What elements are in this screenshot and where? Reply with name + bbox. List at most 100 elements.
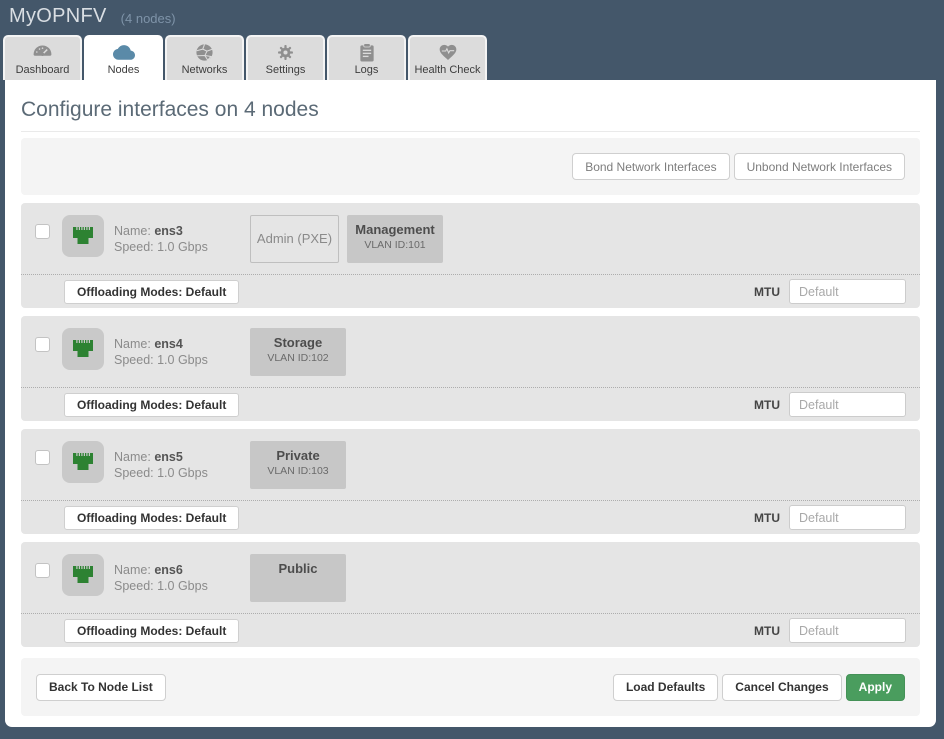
interface-row: Name: ens5 Speed: 1.0 Gbps Private VLAN … bbox=[21, 429, 920, 500]
globe-icon bbox=[195, 41, 214, 63]
speed-label: Speed: bbox=[114, 579, 154, 593]
node-count-badge: (4 nodes) bbox=[121, 11, 176, 26]
mtu-group: MTU bbox=[754, 505, 906, 530]
offloading-modes-button[interactable]: Offloading Modes: Default bbox=[64, 280, 239, 304]
content-area: Configure interfaces on 4 nodes Bond Net… bbox=[5, 80, 936, 727]
network-vlan: VLAN ID:103 bbox=[250, 465, 346, 477]
interface-row: Name: ens6 Speed: 1.0 Gbps Public bbox=[21, 542, 920, 613]
network-name: Management bbox=[347, 222, 443, 237]
mtu-group: MTU bbox=[754, 618, 906, 643]
offloading-modes-button[interactable]: Offloading Modes: Default bbox=[64, 619, 239, 643]
network-vlan: VLAN ID:101 bbox=[347, 239, 443, 251]
tab-networks[interactable]: Networks bbox=[165, 35, 244, 80]
interface-panel-ens3: Name: ens3 Speed: 1.0 Gbps Admin (PXE) M… bbox=[21, 203, 920, 308]
name-label: Name: bbox=[114, 450, 151, 464]
interface-speed: 1.0 Gbps bbox=[157, 579, 208, 593]
interface-panel-ens4: Name: ens4 Speed: 1.0 Gbps Storage VLAN … bbox=[21, 316, 920, 421]
gauge-icon bbox=[32, 41, 53, 63]
action-footer: Back To Node List Load Defaults Cancel C… bbox=[21, 658, 920, 716]
interface-speed: 1.0 Gbps bbox=[157, 240, 208, 254]
interface-name: ens5 bbox=[154, 450, 183, 464]
top-header-bar: MyOPNFV (4 nodes) bbox=[0, 0, 944, 33]
tab-health-check-label: Health Check bbox=[414, 64, 480, 76]
name-label: Name: bbox=[114, 224, 151, 238]
interface-checkbox-ens6[interactable] bbox=[35, 563, 50, 578]
name-label: Name: bbox=[114, 563, 151, 577]
bond-toolbar: Bond Network Interfaces Unbond Network I… bbox=[21, 138, 920, 195]
assigned-networks: Private VLAN ID:103 bbox=[250, 441, 354, 489]
mtu-input[interactable] bbox=[789, 392, 906, 417]
mtu-input[interactable] bbox=[789, 279, 906, 304]
gear-icon bbox=[276, 41, 295, 63]
interface-speed: 1.0 Gbps bbox=[157, 466, 208, 480]
interface-settings-row: Offloading Modes: Default MTU bbox=[21, 387, 920, 421]
interface-row: Name: ens3 Speed: 1.0 Gbps Admin (PXE) M… bbox=[21, 203, 920, 274]
load-defaults-button[interactable]: Load Defaults bbox=[613, 674, 718, 701]
tab-logs[interactable]: Logs bbox=[327, 35, 406, 80]
interface-meta: Name: ens3 Speed: 1.0 Gbps bbox=[114, 223, 250, 255]
offloading-modes-button[interactable]: Offloading Modes: Default bbox=[64, 393, 239, 417]
mtu-input[interactable] bbox=[789, 618, 906, 643]
interface-name: ens3 bbox=[154, 224, 183, 238]
interface-settings-row: Offloading Modes: Default MTU bbox=[21, 613, 920, 647]
interface-name: ens4 bbox=[154, 337, 183, 351]
ethernet-port-icon bbox=[62, 554, 104, 596]
tab-health-check[interactable]: Health Check bbox=[408, 35, 487, 80]
ethernet-port-icon bbox=[62, 441, 104, 483]
interface-checkbox-ens5[interactable] bbox=[35, 450, 50, 465]
network-name: Public bbox=[250, 561, 346, 576]
network-name: Private bbox=[250, 448, 346, 463]
mtu-group: MTU bbox=[754, 392, 906, 417]
apply-button[interactable]: Apply bbox=[846, 674, 905, 701]
mtu-input[interactable] bbox=[789, 505, 906, 530]
assigned-networks: Storage VLAN ID:102 bbox=[250, 328, 354, 376]
assigned-networks: Admin (PXE) Management VLAN ID:101 bbox=[250, 215, 451, 263]
tab-networks-label: Networks bbox=[182, 64, 228, 76]
network-box-public[interactable]: Public bbox=[250, 554, 346, 602]
interface-meta: Name: ens5 Speed: 1.0 Gbps bbox=[114, 449, 250, 481]
network-name: Storage bbox=[250, 335, 346, 350]
tab-logs-label: Logs bbox=[355, 64, 379, 76]
clipboard-icon bbox=[359, 41, 375, 63]
interface-meta: Name: ens6 Speed: 1.0 Gbps bbox=[114, 562, 250, 594]
mtu-label: MTU bbox=[754, 624, 780, 638]
assigned-networks: Public bbox=[250, 554, 354, 602]
interface-settings-row: Offloading Modes: Default MTU bbox=[21, 274, 920, 308]
back-to-node-list-button[interactable]: Back To Node List bbox=[36, 674, 166, 701]
speed-label: Speed: bbox=[114, 466, 154, 480]
heart-pulse-icon bbox=[438, 41, 458, 63]
network-box-private[interactable]: Private VLAN ID:103 bbox=[250, 441, 346, 489]
network-box-management[interactable]: Management VLAN ID:101 bbox=[347, 215, 443, 263]
network-vlan: VLAN ID:102 bbox=[250, 352, 346, 364]
cloud-icon bbox=[113, 41, 135, 63]
tab-dashboard-label: Dashboard bbox=[16, 64, 70, 76]
tab-settings-label: Settings bbox=[266, 64, 306, 76]
unbond-interfaces-button[interactable]: Unbond Network Interfaces bbox=[734, 153, 905, 180]
network-box-admin-pxe[interactable]: Admin (PXE) bbox=[250, 215, 339, 263]
interface-row: Name: ens4 Speed: 1.0 Gbps Storage VLAN … bbox=[21, 316, 920, 387]
interface-checkbox-ens3[interactable] bbox=[35, 224, 50, 239]
cancel-changes-button[interactable]: Cancel Changes bbox=[722, 674, 841, 701]
app-title: MyOPNFV bbox=[9, 5, 107, 28]
mtu-label: MTU bbox=[754, 285, 780, 299]
mtu-label: MTU bbox=[754, 398, 780, 412]
interface-panel-ens5: Name: ens5 Speed: 1.0 Gbps Private VLAN … bbox=[21, 429, 920, 534]
mtu-group: MTU bbox=[754, 279, 906, 304]
interface-checkbox-ens4[interactable] bbox=[35, 337, 50, 352]
offloading-modes-button[interactable]: Offloading Modes: Default bbox=[64, 506, 239, 530]
tab-settings[interactable]: Settings bbox=[246, 35, 325, 80]
interface-name: ens6 bbox=[154, 563, 183, 577]
speed-label: Speed: bbox=[114, 240, 154, 254]
tab-dashboard[interactable]: Dashboard bbox=[3, 35, 82, 80]
interface-speed: 1.0 Gbps bbox=[157, 353, 208, 367]
ethernet-port-icon bbox=[62, 215, 104, 257]
main-tab-bar: Dashboard Nodes Networks bbox=[0, 33, 944, 80]
interface-panel-ens6: Name: ens6 Speed: 1.0 Gbps Public Offloa… bbox=[21, 542, 920, 647]
mtu-label: MTU bbox=[754, 511, 780, 525]
tab-nodes[interactable]: Nodes bbox=[84, 35, 163, 80]
network-name: Admin (PXE) bbox=[257, 231, 332, 246]
tab-nodes-label: Nodes bbox=[108, 64, 140, 76]
bond-interfaces-button[interactable]: Bond Network Interfaces bbox=[572, 153, 729, 180]
interface-meta: Name: ens4 Speed: 1.0 Gbps bbox=[114, 336, 250, 368]
network-box-storage[interactable]: Storage VLAN ID:102 bbox=[250, 328, 346, 376]
